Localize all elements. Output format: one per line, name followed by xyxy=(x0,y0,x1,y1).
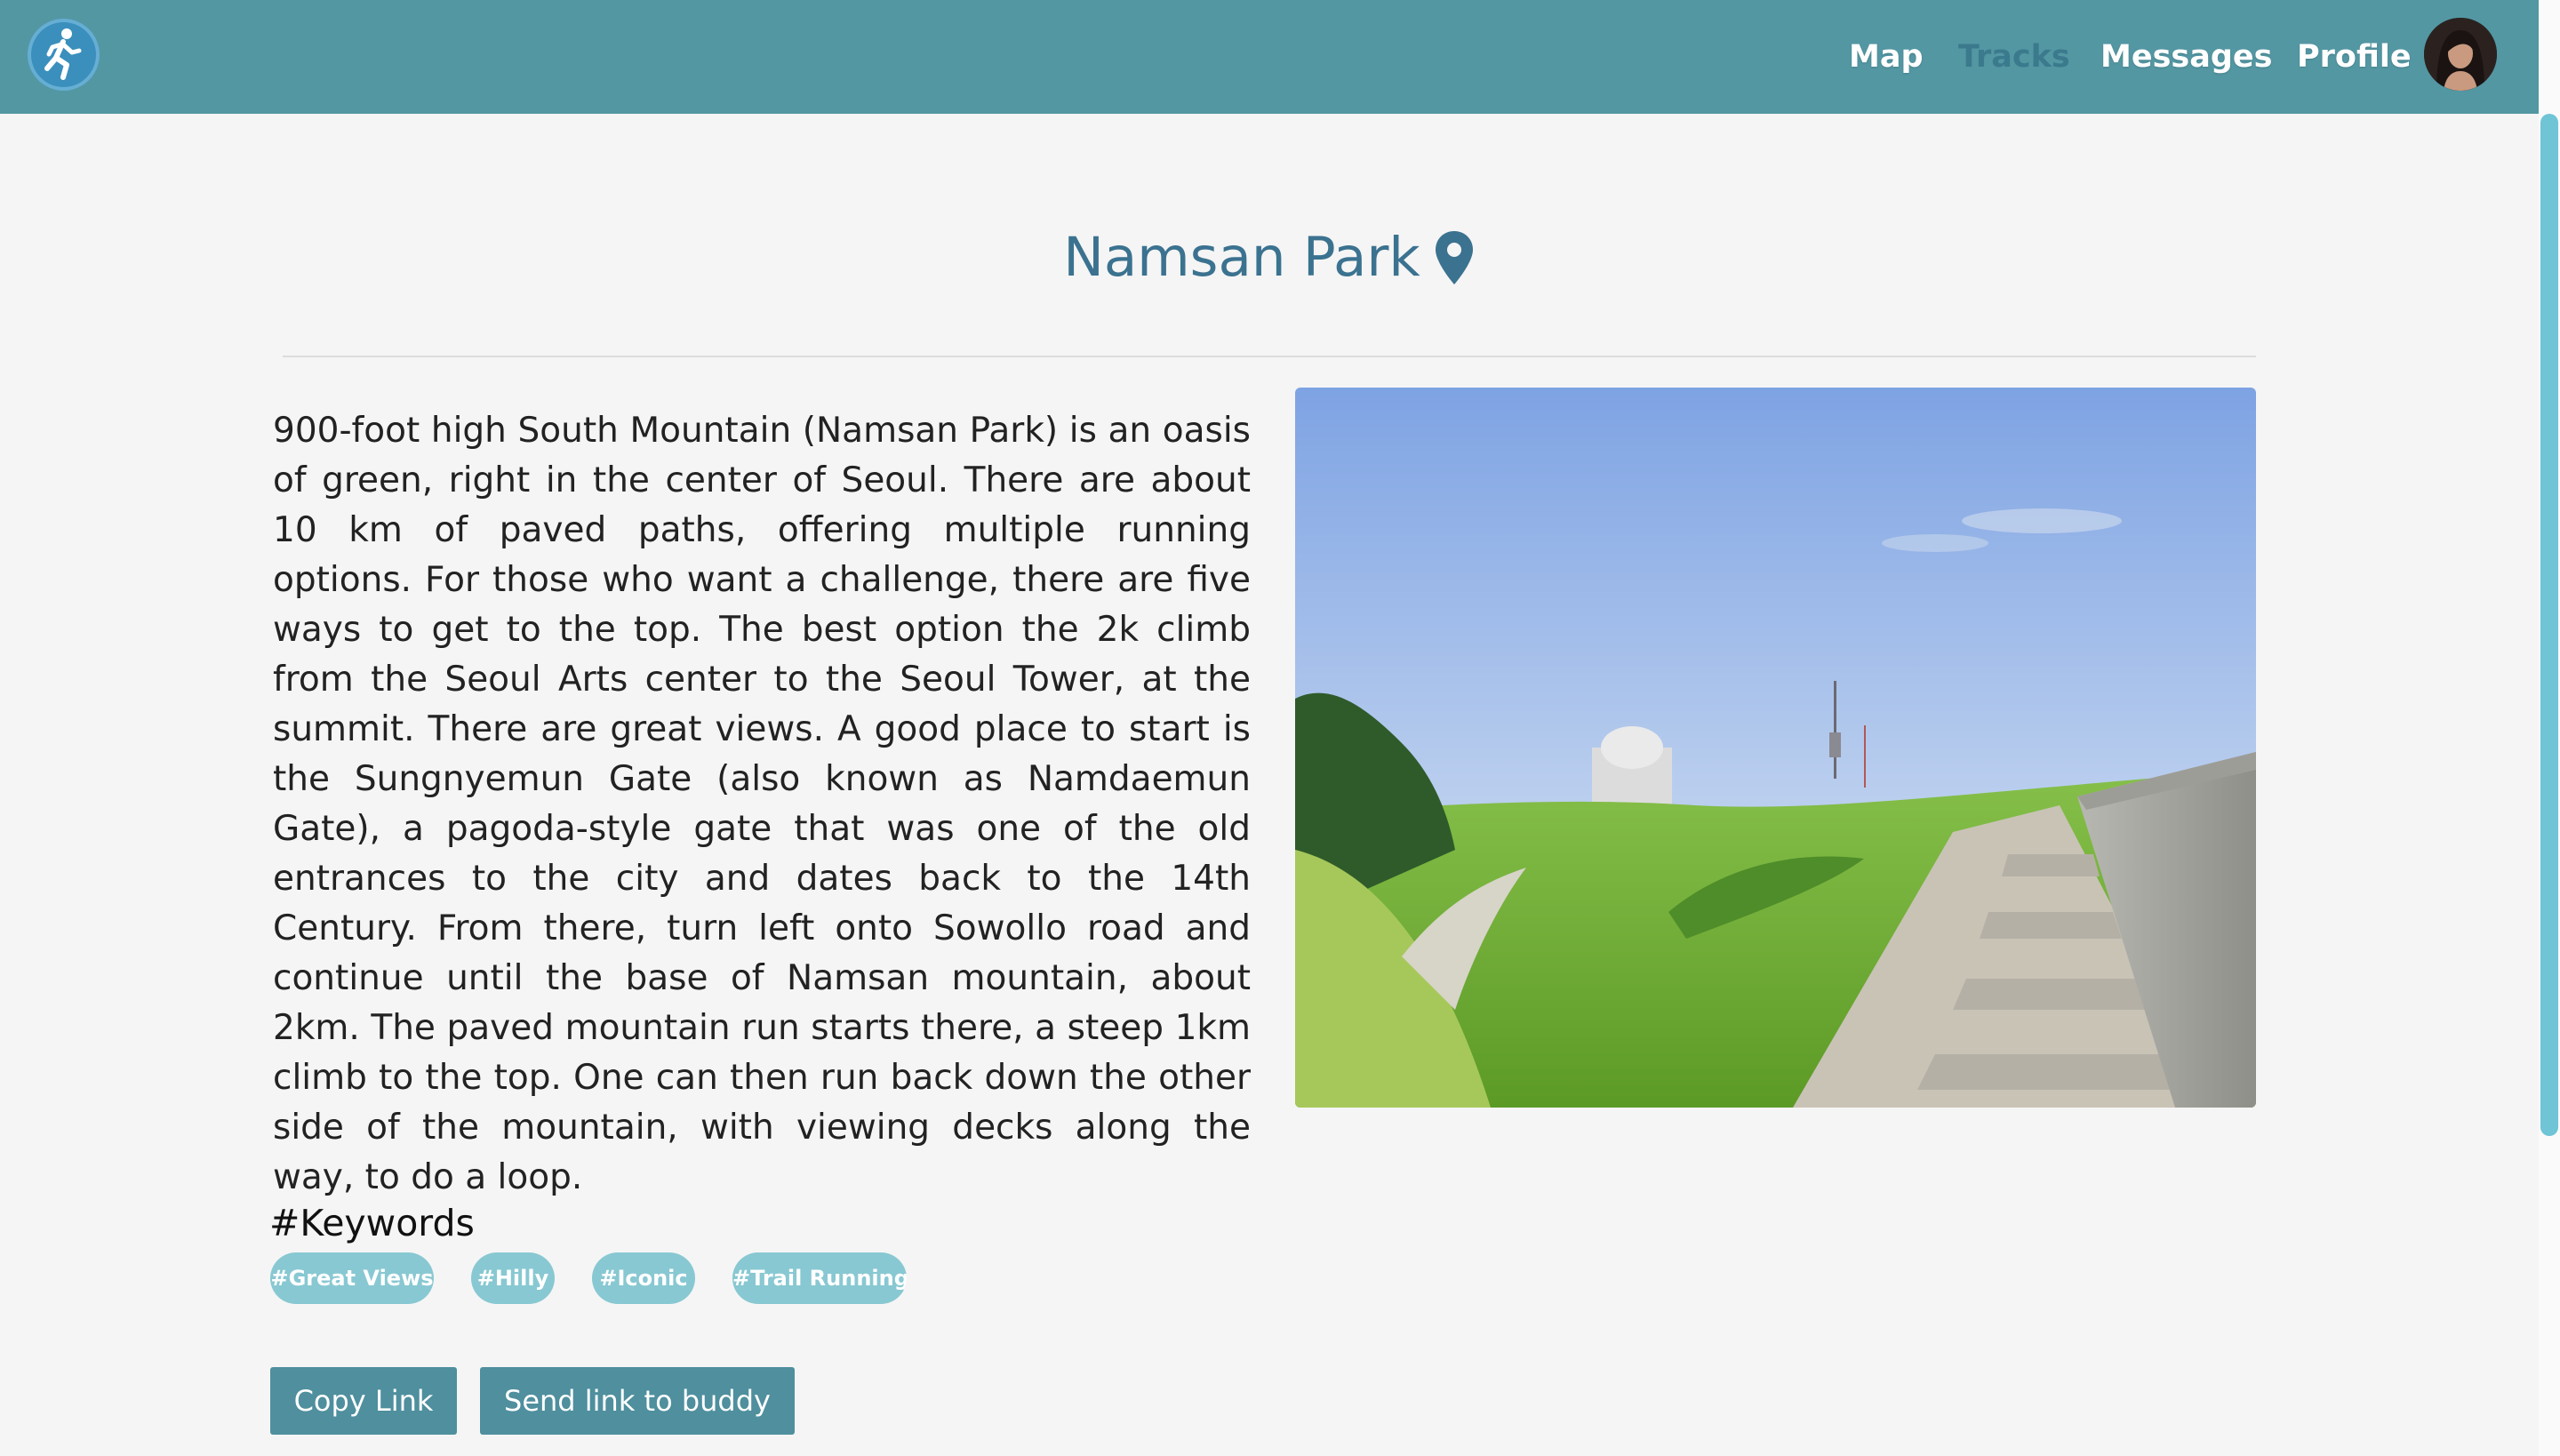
park-photo xyxy=(1295,388,2256,1108)
title-row: Namsan Park xyxy=(0,222,2539,293)
scrollbar-thumb[interactable] xyxy=(2540,114,2558,1136)
track-description: 900-foot high South Mountain (Namsan Par… xyxy=(273,411,1251,1197)
keyword-tag-great-views[interactable]: #Great Views xyxy=(270,1252,434,1304)
runner-icon[interactable] xyxy=(28,19,100,91)
keywords-heading: #Keywords xyxy=(269,1202,475,1244)
copy-link-button[interactable]: Copy Link xyxy=(270,1367,457,1435)
nav-messages-link[interactable]: Messages xyxy=(2100,36,2272,78)
map-pin-icon xyxy=(1435,231,1473,284)
nav-tracks-link[interactable]: Tracks xyxy=(1958,36,2070,78)
page-title: Namsan Park xyxy=(1063,226,1420,289)
keyword-tag-iconic[interactable]: #Iconic xyxy=(592,1252,695,1304)
user-avatar[interactable] xyxy=(2424,18,2497,91)
nav-profile-link[interactable]: Profile xyxy=(2297,36,2412,78)
nav-map-link[interactable]: Map xyxy=(1849,36,1924,78)
keyword-tag-trail-running[interactable]: #Trail Running xyxy=(732,1252,907,1304)
top-navbar: Map Tracks Messages Profile xyxy=(0,0,2539,114)
title-divider xyxy=(283,356,2256,357)
send-link-button[interactable]: Send link to buddy xyxy=(480,1367,795,1435)
keyword-tag-hilly[interactable]: #Hilly xyxy=(471,1252,555,1304)
